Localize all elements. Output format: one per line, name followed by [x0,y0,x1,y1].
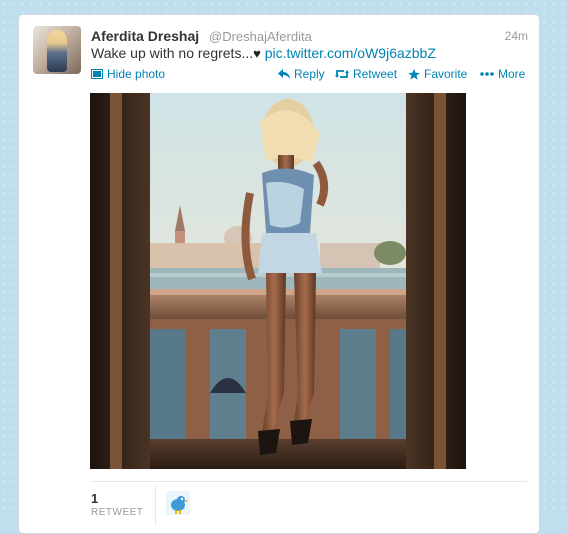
tweet-photo-link[interactable]: pic.twitter.com/oW9j6azbbZ [265,45,436,61]
favorite-label: Favorite [424,67,468,81]
author-name[interactable]: Aferdita Dreshaj [91,28,199,44]
retweeter-avatar[interactable] [166,491,190,515]
avatar-figure [47,30,67,72]
stats-divider [90,481,527,482]
retweet-icon [335,70,349,78]
reply-label: Reply [294,67,325,81]
retweet-label: Retweet [353,67,398,81]
balcony-photo-icon [90,93,466,469]
author-avatar[interactable] [33,26,81,74]
more-icon [480,72,494,76]
heart-icon: ♥ [253,46,261,61]
retweet-count-label: RETWEET [91,507,144,518]
retweet-button[interactable]: Retweet [335,67,397,81]
favorite-button[interactable]: Favorite [408,67,467,81]
stats-vertical-divider [155,485,156,525]
retweet-count[interactable]: 1 [91,491,98,506]
author-handle[interactable]: @DreshajAferdita [209,29,312,44]
reply-icon [278,69,290,79]
tweet-photo[interactable] [90,93,466,469]
reply-button[interactable]: Reply [278,67,325,81]
tweet-text: Wake up with no regrets...♥ pic.twitter.… [91,45,436,61]
hide-photo-button[interactable]: Hide photo [91,67,165,81]
bird-icon [166,491,190,515]
hide-photo-label: Hide photo [107,67,166,81]
more-button[interactable]: More [480,67,525,81]
tweet-message: Wake up with no regrets... [91,45,254,61]
star-icon [408,68,420,80]
tweet-timestamp[interactable]: 24m [505,29,528,43]
photo-icon [91,69,103,79]
tweet-card: Aferdita Dreshaj @DreshajAferdita 24m Wa… [18,14,540,534]
more-label: More [498,67,526,81]
